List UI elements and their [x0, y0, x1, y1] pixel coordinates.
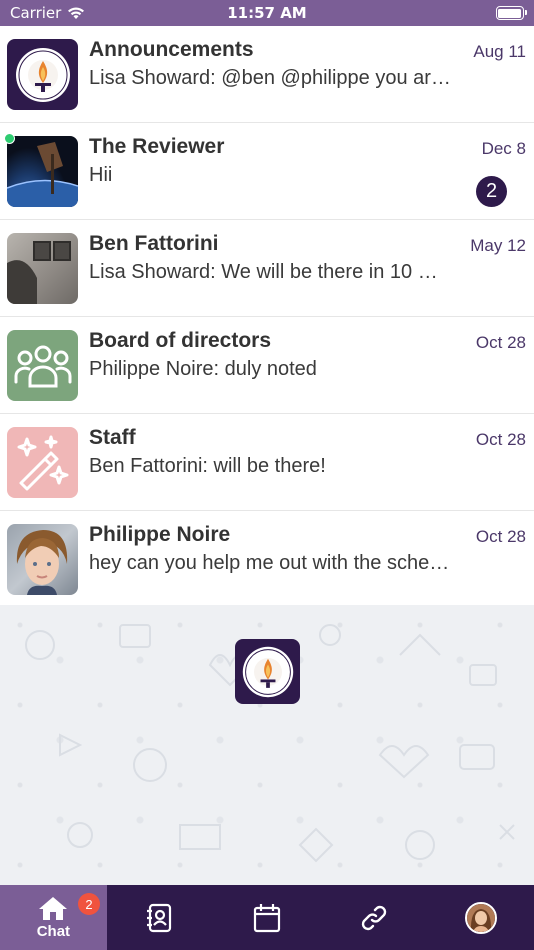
tab-contacts[interactable]: [107, 885, 214, 950]
chat-preview: hey can you help me out with the schedul…: [89, 552, 451, 574]
chat-row-ben-fattorini[interactable]: Ben Fattorini Lisa Showard: We will be t…: [0, 220, 534, 317]
battery-icon: [495, 6, 527, 20]
chat-row-staff[interactable]: Staff Ben Fattorini: will be there! Oct …: [0, 414, 534, 511]
home-icon: [39, 897, 68, 920]
chat-name: Staff: [89, 426, 136, 449]
notification-badge: 2: [78, 893, 100, 915]
profile-avatar: [464, 901, 497, 934]
chat-name: Philippe Noire: [89, 523, 231, 546]
chat-preview: Lisa Showard: We will be there in 10 min…: [89, 261, 451, 283]
link-icon: [361, 905, 386, 930]
wifi-icon: [68, 7, 85, 19]
chat-date: Dec 8: [481, 139, 526, 158]
tab-links[interactable]: [320, 885, 427, 950]
tab-label: Chat: [36, 923, 71, 940]
chat-preview: Hii: [89, 164, 113, 186]
tab-bar: Chat 2: [0, 885, 534, 950]
chat-date: Oct 28: [475, 333, 526, 352]
chat-row-the-reviewer[interactable]: The Reviewer Hii Dec 8 2: [0, 123, 534, 220]
status-bar: Carrier 11:57 AM: [0, 0, 534, 26]
tab-calendar[interactable]: [214, 885, 321, 950]
chat-date: Aug 11: [473, 42, 526, 61]
calendar-icon: [253, 903, 281, 932]
contacts-icon: [147, 903, 172, 932]
chat-date: Oct 28: [475, 527, 526, 546]
chat-row-announcements[interactable]: Announcements Lisa Showard: @ben @philip…: [0, 26, 534, 123]
chat-date: Oct 28: [475, 430, 526, 449]
chat-preview: Lisa Showard: @ben @philippe you are nee…: [89, 67, 451, 89]
chat-name: Ben Fattorini: [89, 232, 219, 255]
chat-name: Board of directors: [89, 329, 272, 352]
group-icon: [7, 330, 78, 401]
chat-row-board-of-directors[interactable]: Board of directors Philippe Noire: duly …: [0, 317, 534, 414]
tab-profile[interactable]: [427, 885, 534, 950]
chat-date: May 12: [470, 236, 526, 255]
carrier-label: Carrier: [10, 4, 62, 22]
earth-photo: [7, 136, 78, 207]
tab-chat[interactable]: Chat 2: [0, 885, 107, 950]
chat-preview: Ben Fattorini: will be there!: [89, 455, 326, 477]
online-indicator: [4, 133, 15, 144]
chat-preview: Philippe Noire: duly noted: [89, 358, 317, 380]
chat-row-philippe-noire[interactable]: Philippe Noire hey can you help me out w…: [0, 511, 534, 608]
magic-wand-icon: [7, 427, 78, 498]
chat-name: Announcements: [89, 38, 254, 61]
clock: 11:57 AM: [227, 4, 307, 22]
unread-badge: 2: [476, 176, 507, 207]
chat-list: Announcements Lisa Showard: @ben @philip…: [0, 26, 534, 608]
person-photo: [7, 524, 78, 595]
wall-photo: [7, 233, 78, 304]
church-logo-icon: [235, 639, 300, 704]
chat-name: The Reviewer: [89, 135, 225, 158]
church-logo-icon: [7, 39, 78, 110]
